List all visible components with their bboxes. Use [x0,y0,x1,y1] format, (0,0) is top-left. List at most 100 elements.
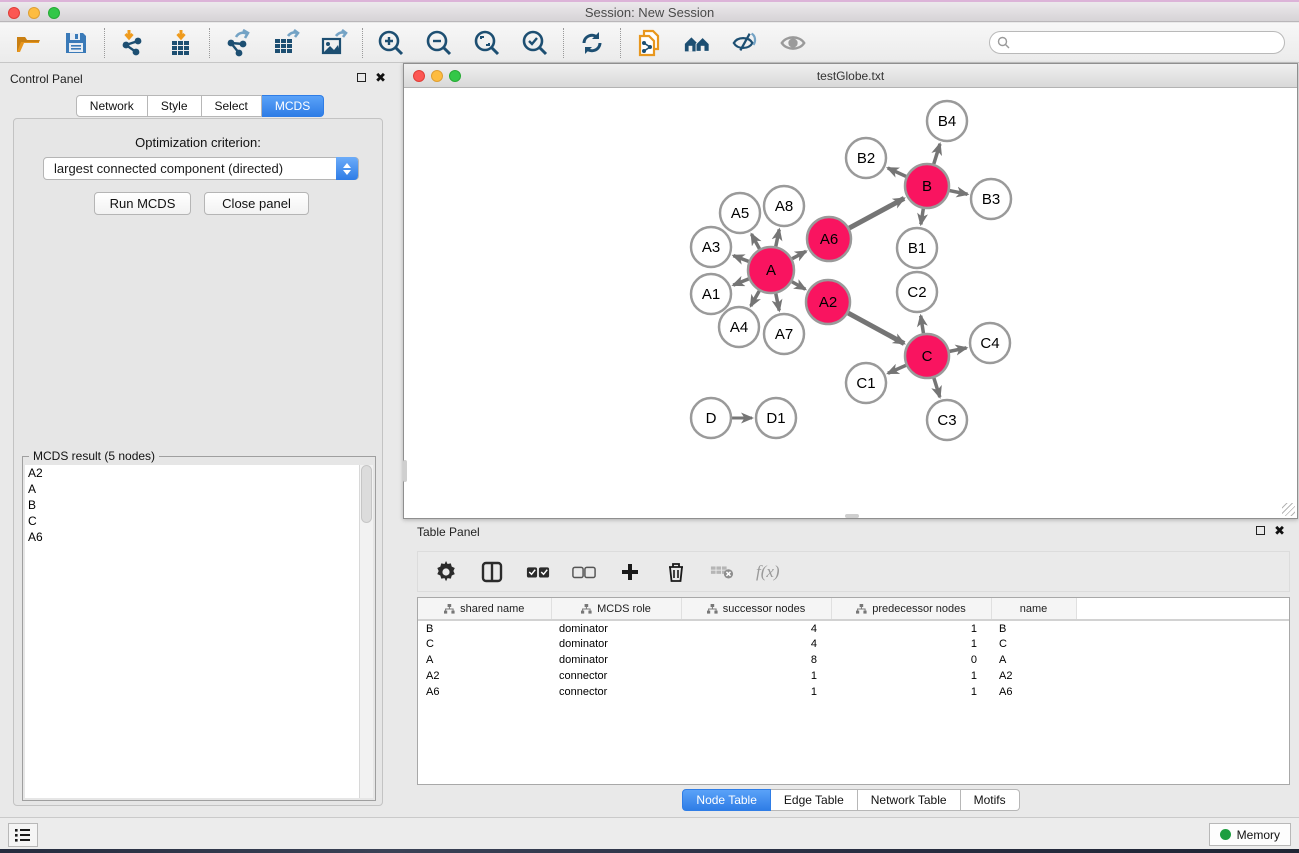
column-header-shared-name[interactable]: shared name [418,598,551,620]
table-cell[interactable]: 1 [681,684,831,700]
table-cell[interactable]: 8 [681,652,831,668]
graph-node-D1[interactable]: D1 [756,398,796,438]
column-header-MCDS-role[interactable]: MCDS role [551,598,681,620]
mcds-result-item[interactable]: A6 [25,529,359,545]
mcds-result-list[interactable]: A2ABCA6 [25,465,359,798]
graph-node-B[interactable]: B [905,164,949,208]
show-columns-icon[interactable] [480,560,504,584]
save-session-icon[interactable] [62,29,90,57]
table-cell[interactable]: 1 [831,636,991,652]
table-row[interactable]: A6connector11A6 [418,684,1289,700]
edge-B-B2[interactable] [888,168,906,176]
edge-C-C1[interactable] [888,365,906,373]
tab-network-table[interactable]: Network Table [858,789,961,811]
graph-node-A4[interactable]: A4 [719,307,759,347]
column-header-predecessor-nodes[interactable]: predecessor nodes [831,598,991,620]
export-table-icon[interactable] [272,29,300,57]
graph-node-A5[interactable]: A5 [720,193,760,233]
float-table-panel-icon[interactable] [1256,526,1265,535]
edge-A-A7[interactable] [776,294,779,311]
new-network-from-selection-icon[interactable] [635,29,663,57]
table-cell[interactable]: B [418,620,551,636]
toggle-bird-view-icon[interactable] [779,29,807,57]
table-cell[interactable]: B [991,620,1076,636]
table-cell[interactable]: C [418,636,551,652]
graph-node-C[interactable]: C [905,334,949,378]
graph-node-B1[interactable]: B1 [897,228,937,268]
mcds-result-item[interactable]: C [25,513,359,529]
tab-select[interactable]: Select [202,95,262,117]
network-horizontal-scrollbar[interactable] [845,514,859,518]
graph-node-A6[interactable]: A6 [807,217,851,261]
function-builder-icon[interactable]: f(x) [756,562,780,582]
refresh-icon[interactable] [578,29,606,57]
edge-B-B4[interactable] [934,144,940,164]
graph-node-B4[interactable]: B4 [927,101,967,141]
create-column-icon[interactable] [618,560,642,584]
tab-node-table[interactable]: Node Table [682,789,771,811]
close-table-panel-icon[interactable]: ✖ [1274,526,1285,535]
edge-A-A4[interactable] [751,291,760,306]
graph-node-C1[interactable]: C1 [846,363,886,403]
table-cell[interactable]: 1 [831,620,991,636]
tab-mcds[interactable]: MCDS [262,95,324,117]
task-history-button[interactable] [8,823,38,847]
close-panel-icon[interactable]: ✖ [375,73,386,82]
table-cell[interactable]: A [418,652,551,668]
table-cell[interactable]: 1 [681,668,831,684]
table-cell[interactable]: 0 [831,652,991,668]
network-vertical-scrollbar[interactable] [403,460,407,482]
deselect-all-icon[interactable] [572,560,596,584]
network-graph[interactable]: B4B2BB3A8A5A6A3B1AC2A1A2A4A7C4CC1DD1C3 [404,89,1297,518]
open-session-icon[interactable] [14,29,42,57]
table-row[interactable]: Adominator80A [418,652,1289,668]
edge-A-A5[interactable] [751,234,759,249]
table-cell[interactable]: dominator [551,620,681,636]
table-cell[interactable]: A6 [418,684,551,700]
mcds-result-item[interactable]: B [25,497,359,513]
mcds-result-scrollbar[interactable] [359,465,373,798]
select-all-icon[interactable] [526,560,550,584]
graph-node-B3[interactable]: B3 [971,179,1011,219]
edge-B-B1[interactable] [921,209,924,225]
table-cell[interactable]: connector [551,668,681,684]
edge-A-A1[interactable] [733,279,748,285]
graph-node-C2[interactable]: C2 [897,272,937,312]
edge-C-C2[interactable] [921,316,924,334]
table-cell[interactable]: dominator [551,652,681,668]
edge-B-B3[interactable] [950,191,968,195]
table-row[interactable]: Bdominator41B [418,620,1289,636]
table-cell[interactable]: connector [551,684,681,700]
table-row[interactable]: Cdominator41C [418,636,1289,652]
graph-node-A3[interactable]: A3 [691,227,731,267]
resize-grip-icon[interactable] [1282,503,1295,516]
graph-node-A8[interactable]: A8 [764,186,804,226]
table-cell[interactable]: 1 [831,668,991,684]
table-cell[interactable]: 1 [831,684,991,700]
edge-A-A8[interactable] [776,230,779,247]
table-cell[interactable]: 4 [681,636,831,652]
table-cell[interactable]: A [991,652,1076,668]
column-header-name[interactable]: name [991,598,1076,620]
close-panel-button[interactable]: Close panel [204,192,309,215]
export-network-icon[interactable] [224,29,252,57]
zoom-fit-icon[interactable] [473,29,501,57]
edge-C-C4[interactable] [950,348,967,352]
search-input[interactable] [989,31,1285,54]
graph-node-C4[interactable]: C4 [970,323,1010,363]
table-cell[interactable]: 4 [681,620,831,636]
table-cell[interactable]: C [991,636,1076,652]
mcds-result-item[interactable]: A [25,481,359,497]
edge-A2-C[interactable] [848,313,904,344]
edge-A-A6[interactable] [792,251,806,258]
criterion-dropdown[interactable]: largest connected component (directed) [43,157,359,180]
graph-node-A7[interactable]: A7 [764,314,804,354]
tab-edge-table[interactable]: Edge Table [771,789,858,811]
zoom-out-icon[interactable] [425,29,453,57]
tab-style[interactable]: Style [148,95,202,117]
edge-A-A2[interactable] [792,282,805,290]
table-cell[interactable]: A6 [991,684,1076,700]
float-panel-icon[interactable] [357,73,366,82]
graph-node-B2[interactable]: B2 [846,138,886,178]
import-network-icon[interactable] [119,29,147,57]
